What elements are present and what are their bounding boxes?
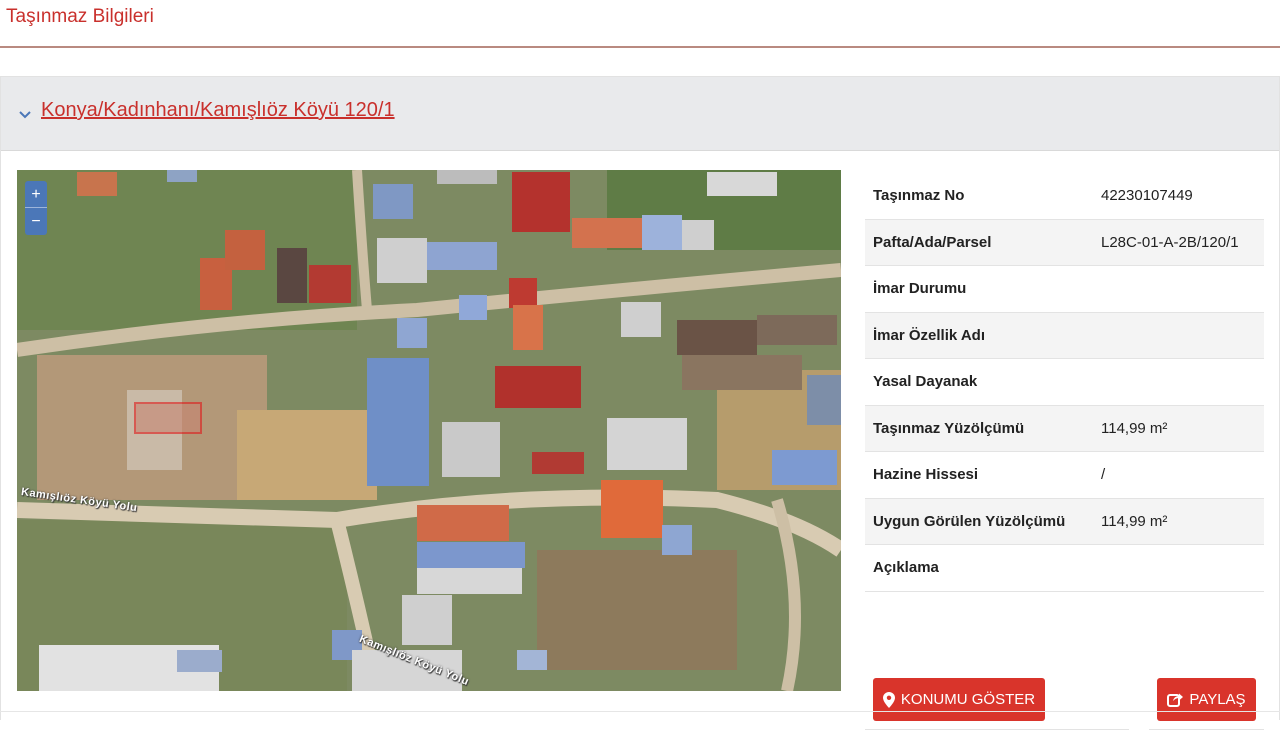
info-label: Açıklama [873, 559, 939, 576]
info-value: 114,99 m² [1101, 419, 1168, 437]
info-row-hazine-hissesi: Hazine Hissesi / [865, 452, 1264, 499]
share-button[interactable]: PAYLAŞ [1157, 678, 1256, 721]
info-label: Pafta/Ada/Parsel [873, 233, 992, 251]
info-row-tasinmaz-yuzolcumu: Taşınmaz Yüzölçümü 114,99 m² [865, 405, 1264, 452]
info-value: L28C-01-A-2B/120/1 [1101, 233, 1239, 251]
info-row-pafta-ada-parsel: Pafta/Ada/Parsel L28C-01-A-2B/120/1 [865, 219, 1264, 266]
satellite-map[interactable]: + − Kamışlıöz Köyü Yolu Kamışlıöz Köyü Y… [17, 170, 841, 691]
info-row-yasal-dayanak: Yasal Dayanak [865, 359, 1264, 406]
info-label: Uygun Görülen Yüzölçümü [873, 512, 1066, 530]
map-marker-icon [882, 691, 895, 708]
info-label: İmar Özellik Adı [873, 326, 985, 344]
info-label: Taşınmaz Yüzölçümü [873, 419, 1025, 437]
page-title: Taşınmaz Bilgileri [6, 6, 154, 27]
info-value: / [1101, 466, 1106, 483]
property-panel: Konya/Kadınhanı/Kamışlıöz Köyü 120/1 + −… [0, 76, 1280, 730]
map-imagery [17, 170, 841, 691]
show-location-button[interactable]: KONUMU GÖSTER [873, 678, 1045, 721]
page-header: Taşınmaz Bilgileri [0, 0, 1280, 48]
info-row-imar-durumu: İmar Durumu [865, 266, 1264, 313]
chevron-down-icon[interactable] [16, 105, 34, 123]
info-value: 42230107449 [1101, 187, 1193, 204]
divider [0, 711, 1280, 712]
zoom-out-button[interactable]: − [25, 208, 47, 235]
info-row-uygun-gorulen-yuzolcumu: Uygun Görülen Yüzölçümü 114,99 m² [865, 498, 1264, 545]
info-label: Taşınmaz No [873, 187, 965, 204]
info-row-tasinmaz-no: Taşınmaz No 42230107449 [865, 173, 1264, 220]
share-label: PAYLAŞ [1189, 691, 1246, 708]
zoom-in-button[interactable]: + [25, 181, 47, 208]
show-location-label: KONUMU GÖSTER [900, 691, 1036, 708]
info-label: İmar Durumu [873, 280, 967, 297]
zoom-control: + − [25, 181, 47, 235]
property-info-table: Taşınmaz No 42230107449 Pafta/Ada/Parsel… [865, 173, 1264, 730]
info-label: Hazine Hissesi [873, 466, 979, 483]
share-icon [1167, 693, 1184, 707]
info-row-aciklama: Açıklama [865, 545, 1264, 592]
property-location-link[interactable]: Konya/Kadınhanı/Kamışlıöz Köyü 120/1 [41, 99, 395, 122]
info-label: Yasal Dayanak [873, 373, 978, 390]
panel-header[interactable]: Konya/Kadınhanı/Kamışlıöz Köyü 120/1 [1, 77, 1279, 151]
info-value: 114,99 m² [1101, 512, 1168, 530]
info-row-imar-ozellik-adi: İmar Özellik Adı [865, 312, 1264, 359]
